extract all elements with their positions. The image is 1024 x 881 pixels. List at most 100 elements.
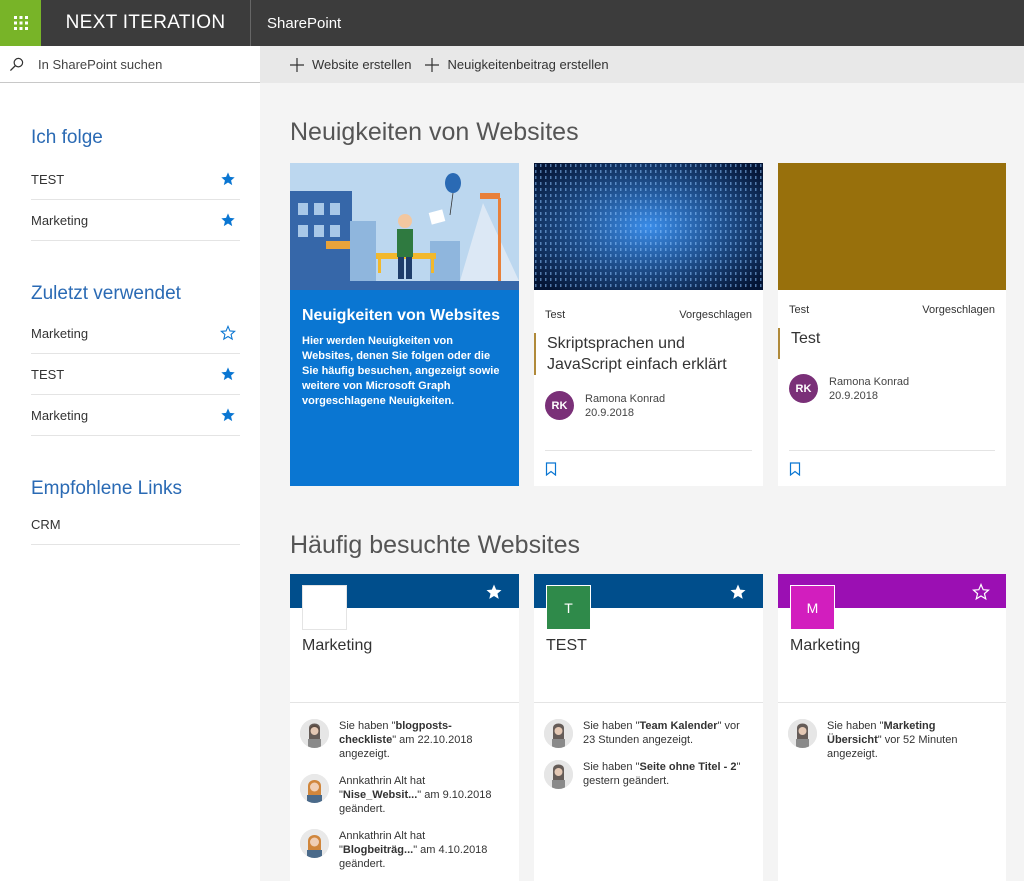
links-heading: Empfohlene Links [31, 478, 183, 499]
featured-title: Neuigkeiten von Websites [302, 307, 500, 324]
recent-heading: Zuletzt verwendet [31, 283, 181, 304]
command-bar: Website erstellen Neuigkeitenbeitrag ers… [260, 46, 1024, 83]
user-avatar [544, 719, 573, 748]
avatar: RK [545, 391, 574, 420]
news-footer [545, 450, 752, 486]
search-box[interactable] [0, 46, 260, 83]
news-tag: Vorgeschlagen [679, 309, 752, 321]
site-logo: M [790, 585, 835, 630]
plus-icon [290, 57, 304, 72]
nav-item-crm[interactable]: CRM [31, 504, 240, 545]
news-tag: Vorgeschlagen [922, 304, 995, 316]
left-navigation: Ich folge TEST Marketing Zuletzt verwend… [0, 46, 260, 881]
nav-item-marketing[interactable]: Marketing [31, 200, 240, 241]
star-filled-icon[interactable] [485, 583, 503, 601]
star-filled-icon[interactable] [220, 407, 236, 423]
activity-text: Sie haben "Marketing Übersicht" vor 52 M… [827, 720, 958, 760]
news-author: RK Ramona Konrad 20.9.2018 [778, 374, 1006, 403]
plus-icon [425, 57, 440, 72]
activity-text: Sie haben "blogposts-checkliste" am 22.1… [339, 720, 473, 760]
star-outline-icon[interactable] [220, 325, 236, 341]
bookmark-icon[interactable] [789, 461, 801, 476]
avatar: RK [789, 374, 818, 403]
divider [534, 702, 763, 703]
news-footer [789, 450, 995, 486]
news-author: RK Ramona Konrad 20.9.2018 [534, 391, 763, 420]
waffle-icon [13, 16, 28, 30]
activity-text: Sie haben "Team Kalender" vor 23 Stunden… [583, 720, 740, 746]
activity-text: Annkathrin Alt hat "Nise_Websit..." am 9… [339, 775, 492, 815]
following-heading: Ich folge [31, 127, 103, 148]
star-filled-icon[interactable] [220, 212, 236, 228]
bookmark-icon[interactable] [545, 461, 557, 476]
news-heading: Neuigkeiten von Websites [290, 118, 579, 146]
user-avatar [300, 829, 329, 858]
top-bar: NEXT ITERATION SharePoint [0, 0, 1024, 46]
news-meta: Test Vorgeschlagen [534, 309, 763, 321]
featured-text: Neuigkeiten von Websites Hier werden Neu… [290, 295, 519, 421]
news-card[interactable]: Test Vorgeschlagen Test RK Ramona Konrad… [778, 163, 1006, 486]
search-icon [9, 57, 24, 71]
nav-item-label[interactable]: TEST [31, 367, 64, 382]
create-site-label: Website erstellen [312, 57, 412, 72]
author-name: Ramona Konrad [829, 375, 910, 388]
user-avatar [788, 719, 817, 748]
nav-item-marketing[interactable]: Marketing [31, 313, 240, 354]
news-site[interactable]: Test [789, 304, 809, 316]
nav-item-label[interactable]: Marketing [31, 326, 88, 341]
create-news-label: Neuigkeitenbeitrag erstellen [447, 57, 609, 72]
create-site-button[interactable]: Website erstellen [290, 57, 411, 72]
star-filled-icon[interactable] [220, 171, 236, 187]
featured-news-card[interactable]: Neuigkeiten von Websites Hier werden Neu… [290, 163, 519, 486]
activity-item[interactable]: Sie haben "Seite ohne Titel - 2" gestern… [544, 760, 744, 789]
star-filled-icon[interactable] [220, 366, 236, 382]
search-input[interactable] [38, 56, 238, 72]
nav-item-label[interactable]: TEST [31, 172, 64, 187]
featured-description: Hier werden Neuigkeiten von Websites, de… [302, 335, 500, 407]
brand-name[interactable]: NEXT ITERATION [41, 0, 250, 46]
activity-item[interactable]: Annkathrin Alt hat "Nise_Websit..." am 9… [300, 774, 500, 816]
site-card-marketing[interactable]: M Marketing Sie haben "Marketing Übersic… [778, 574, 1006, 881]
news-illustration-image [290, 163, 519, 290]
author-name: Ramona Konrad [585, 392, 666, 405]
news-site[interactable]: Test [545, 309, 565, 321]
nav-item-label[interactable]: Marketing [31, 213, 88, 228]
site-card-test[interactable]: T TEST Sie haben "Team Kalender" vor 23 … [534, 574, 763, 881]
divider [778, 702, 1006, 703]
divider [290, 702, 519, 703]
news-title[interactable]: Test [778, 328, 1006, 359]
news-meta: Test Vorgeschlagen [778, 304, 1006, 316]
site-logo [302, 585, 347, 630]
frequent-sites-heading: Häufig besuchte Websites [290, 531, 580, 559]
nav-item-test[interactable]: TEST [31, 354, 240, 395]
links-section: Empfohlene Links CRM [31, 476, 240, 545]
create-news-button[interactable]: Neuigkeitenbeitrag erstellen [425, 57, 609, 72]
star-filled-icon[interactable] [729, 583, 747, 601]
activity-item[interactable]: Sie haben "Team Kalender" vor 23 Stunden… [544, 719, 744, 748]
site-name[interactable]: Marketing [790, 637, 860, 655]
recent-section: Zuletzt verwendet Marketing TEST Marketi… [31, 281, 240, 436]
site-name[interactable]: Marketing [302, 637, 372, 655]
activity-item[interactable]: Sie haben "Marketing Übersicht" vor 52 M… [788, 719, 988, 761]
app-launcher-button[interactable] [0, 0, 41, 46]
star-outline-icon[interactable] [972, 583, 990, 601]
activity-item[interactable]: Sie haben "blogposts-checkliste" am 22.1… [300, 719, 500, 761]
news-card[interactable]: Test Vorgeschlagen Skriptsprachen und Ja… [534, 163, 763, 486]
activity-text: Sie haben "Seite ohne Titel - 2" gestern… [583, 761, 741, 787]
nav-item-marketing[interactable]: Marketing [31, 395, 240, 436]
user-avatar [300, 774, 329, 803]
nav-item-label[interactable]: CRM [31, 517, 61, 532]
site-card-marketing[interactable]: Marketing Sie haben "blogposts-checklist… [290, 574, 519, 881]
site-name[interactable]: TEST [546, 637, 587, 655]
app-title[interactable]: SharePoint [250, 0, 341, 46]
user-avatar [544, 760, 573, 789]
user-avatar [300, 719, 329, 748]
news-thumbnail-image [534, 163, 763, 290]
nav-item-label[interactable]: Marketing [31, 408, 88, 423]
following-section: Ich folge TEST Marketing [31, 125, 240, 241]
site-logo: T [546, 585, 591, 630]
post-date: 20.9.2018 [585, 406, 634, 419]
news-title[interactable]: Skriptsprachen und JavaScript einfach er… [534, 333, 763, 375]
nav-item-test[interactable]: TEST [31, 159, 240, 200]
activity-item[interactable]: Annkathrin Alt hat "Blogbeiträg..." am 4… [300, 829, 500, 871]
